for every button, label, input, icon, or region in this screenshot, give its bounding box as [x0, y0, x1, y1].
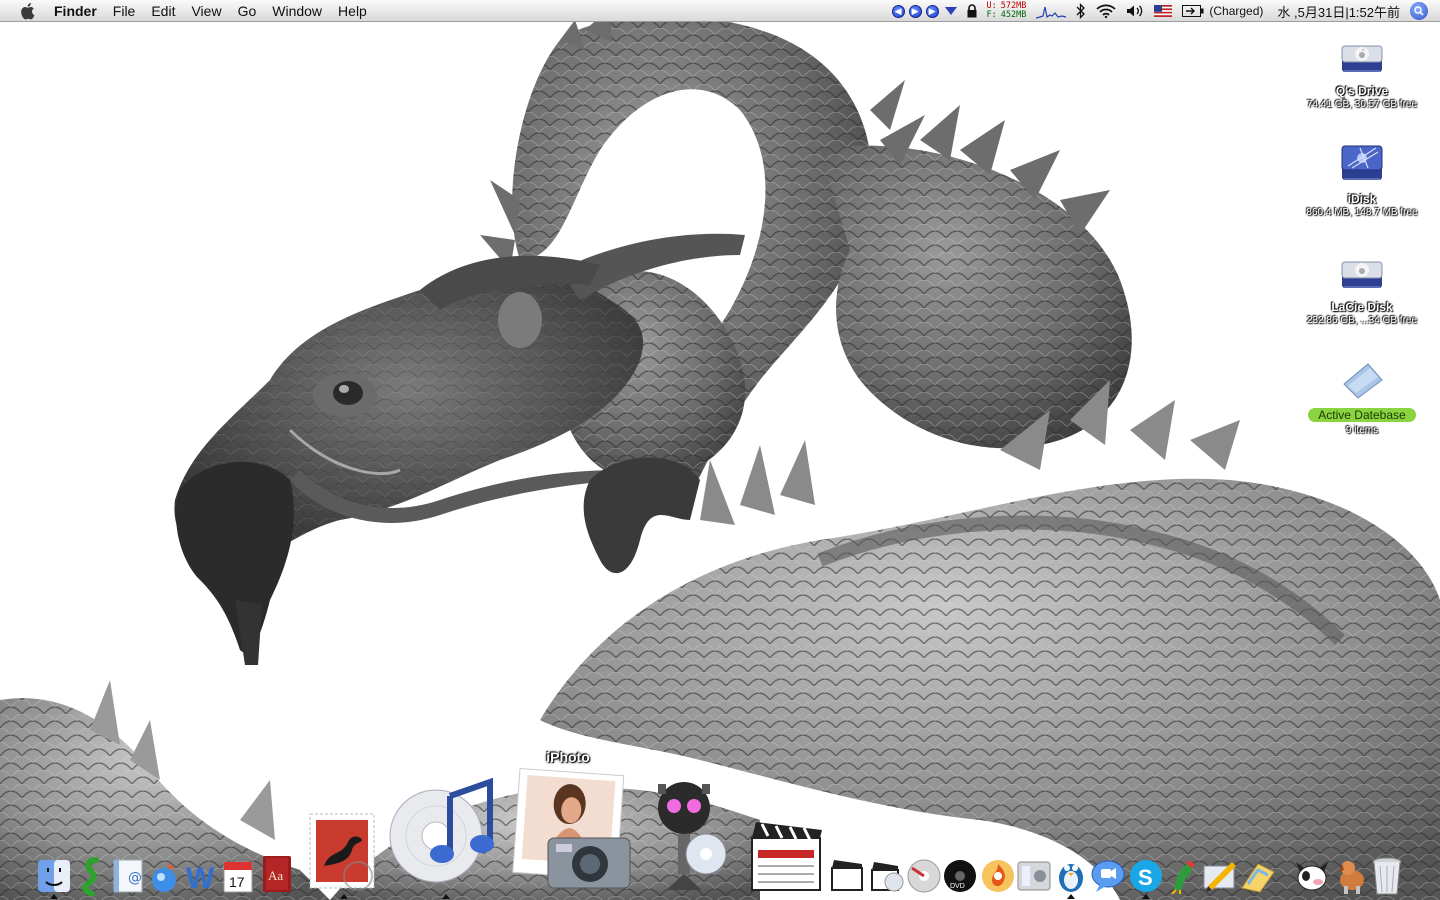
us-flag-input-icon[interactable]: [1154, 0, 1173, 22]
battery-status[interactable]: (Charged): [1209, 4, 1263, 18]
desktop-wallpaper-dragon: [0, 0, 1440, 900]
volume-icon[interactable]: [1126, 0, 1144, 22]
memory-free-label: F:: [986, 10, 997, 20]
menu-window[interactable]: Window: [264, 0, 330, 22]
folder-app-icon[interactable]: [1240, 858, 1276, 899]
bluetooth-icon[interactable]: [1076, 0, 1086, 22]
snake-app-icon[interactable]: [78, 856, 104, 900]
clapper-disc-icon[interactable]: [870, 858, 904, 897]
parrot-icon[interactable]: [1166, 856, 1200, 899]
svg-text:W: W: [186, 862, 215, 894]
desktop-icon-info: 860.4 MB, 148.7 MB free: [1306, 207, 1418, 218]
desktop-icon-active-datebase[interactable]: Active Datebase 9 items: [1297, 356, 1427, 436]
desktop-icon-lacie-disk[interactable]: LaCie Disk 232.86 GB, ...34 GB free: [1297, 248, 1427, 326]
idisk-icon: [1338, 140, 1386, 188]
previous-track-icon[interactable]: ◀: [891, 4, 905, 18]
memory-free-value: 452MB: [1000, 10, 1027, 20]
dog-app-icon[interactable]: [1334, 856, 1370, 899]
folder-icon: [1338, 356, 1386, 404]
menu-clock[interactable]: 水 ,5月31日|1:52午前: [1277, 2, 1400, 21]
dictionary-icon[interactable]: Aa: [260, 854, 294, 899]
menu-edit[interactable]: Edit: [143, 0, 183, 22]
menu-go[interactable]: Go: [230, 0, 265, 22]
desktop-icon-info: 232.86 GB, ...34 GB free: [1306, 315, 1418, 326]
play-icon[interactable]: ▶: [908, 4, 922, 18]
skype-icon[interactable]: S: [1128, 858, 1164, 899]
desktop-icon-qs-drive[interactable]: Q's Drive 74.41 GB, 30.57 GB free: [1297, 32, 1427, 110]
svg-text:17: 17: [229, 874, 245, 890]
globe-app-icon[interactable]: [148, 858, 182, 899]
hard-drive-icon: [1338, 32, 1386, 80]
desktop-icon-label: Q's Drive: [1335, 84, 1389, 98]
desktop-icon-label: LaCie Disk: [1331, 300, 1393, 314]
apple-menu-icon[interactable]: [16, 2, 38, 20]
next-track-icon[interactable]: ▶: [925, 4, 939, 18]
clapper-small-icon[interactable]: [830, 858, 864, 897]
spotlight-search-icon[interactable]: [1410, 2, 1428, 20]
dock-hover-label: iPhoto: [546, 749, 590, 765]
pencil-app-icon[interactable]: [1202, 858, 1238, 899]
menu-bar: Finder File Edit View Go Window Help ◀ ▶…: [0, 0, 1440, 22]
itunes-menu-chevron-icon[interactable]: [944, 7, 957, 15]
external-drive-icon: [1338, 248, 1386, 296]
svg-text:@: @: [128, 870, 142, 886]
cow-app-icon[interactable]: [1294, 856, 1330, 899]
mail-stamp-icon[interactable]: [306, 810, 382, 897]
itunes-controls: ◀ ▶ ▶: [890, 0, 957, 22]
desktop-icon-label: Active Datebase: [1308, 408, 1416, 422]
cpu-graph-icon[interactable]: [1036, 0, 1067, 22]
dvd-studio-icon[interactable]: [906, 858, 942, 899]
ical-icon[interactable]: 17: [222, 858, 254, 899]
svg-text:DVD: DVD: [950, 883, 965, 890]
ichat-icon[interactable]: [1090, 858, 1126, 899]
desktop-icon-info: 74.41 GB, 30.57 GB free: [1306, 99, 1418, 110]
running-indicator: [50, 894, 58, 899]
lock-icon[interactable]: [967, 0, 977, 22]
desktop-icon-idisk[interactable]: iDisk 860.4 MB, 148.7 MB free: [1297, 140, 1427, 218]
finder-icon[interactable]: [36, 858, 72, 899]
wifi-icon[interactable]: [1096, 0, 1116, 22]
final-cut-icon[interactable]: [748, 816, 824, 899]
dvd-player-icon[interactable]: DVD: [942, 858, 978, 899]
running-indicator: [442, 894, 450, 899]
burn-disc-icon[interactable]: [980, 858, 1016, 899]
system-prefs-icon[interactable]: [1016, 858, 1052, 899]
iphoto-icon[interactable]: [508, 767, 634, 897]
battery-icon[interactable]: [1182, 0, 1204, 22]
itunes-icon[interactable]: [386, 776, 504, 891]
memory-monitor[interactable]: U: 572MB F: 452MB: [987, 0, 1027, 22]
desktop-icon-info: 9 items: [1345, 425, 1379, 436]
word-icon[interactable]: W: [184, 860, 220, 899]
robot-app-icon[interactable]: [636, 780, 736, 900]
penguin-icon[interactable]: [1054, 854, 1088, 899]
menu-help[interactable]: Help: [330, 0, 375, 22]
trash-icon[interactable]: [1370, 856, 1404, 900]
app-menu-finder[interactable]: Finder: [52, 0, 105, 22]
running-indicator: [340, 894, 348, 899]
address-book-icon[interactable]: @: [112, 858, 144, 899]
running-indicator: [1142, 894, 1150, 899]
desktop-icon-label: iDisk: [1347, 192, 1377, 206]
running-indicator: [1067, 894, 1075, 899]
svg-text:S: S: [1138, 865, 1153, 890]
svg-text:Aa: Aa: [268, 868, 283, 883]
menu-view[interactable]: View: [183, 0, 229, 22]
menu-file[interactable]: File: [105, 0, 144, 22]
